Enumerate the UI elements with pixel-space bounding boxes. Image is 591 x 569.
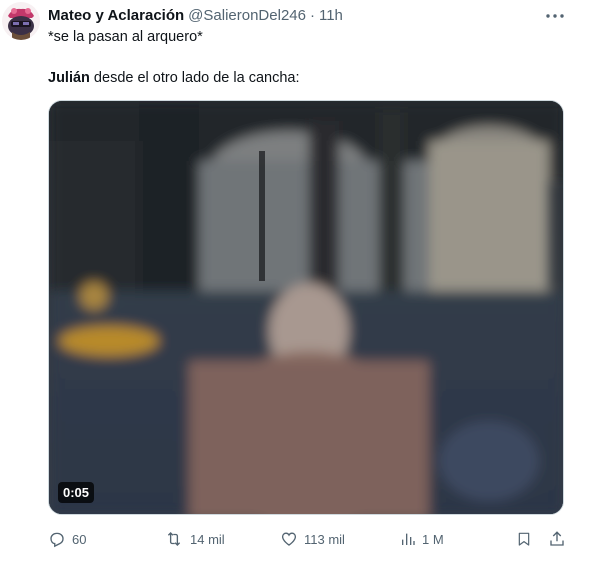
like-button[interactable]: 113 mil [280,527,345,551]
user-handle[interactable]: @SalieronDel246 [188,7,306,24]
timestamp[interactable]: 11h [319,7,343,24]
tweet-header: Mateo y Aclaración @SalieronDel246 · 11h [48,5,343,25]
bookmark-button[interactable] [516,527,538,551]
repost-count: 14 mil [190,531,225,547]
video-duration: 0:05 [58,482,95,503]
display-name[interactable]: Mateo y Aclaración [48,7,184,24]
tweet-text-bold: Julián [48,70,90,86]
separator-dot: · [309,6,315,24]
views-chart-icon [402,533,415,545]
avatar[interactable] [2,2,40,40]
views-button[interactable]: 1 M [400,527,444,551]
action-bar: 60 14 mil 113 mil 1 M [48,527,568,551]
tweet[interactable]: Mateo y Aclaración @SalieronDel246 · 11h… [0,0,591,569]
reply-icon [50,532,64,548]
reply-button[interactable]: 60 [48,527,86,551]
views-count: 1 M [422,531,444,547]
video-player[interactable] [48,100,564,515]
repost-button[interactable]: 14 mil [164,527,225,551]
tweet-text-rest: desde el otro lado de la cancha: [89,70,300,86]
repost-icon [167,532,181,546]
video-frame [49,101,563,514]
bookmark-icon [518,532,530,546]
tweet-text-line-2: Julián desde el otro lado de la cancha: [48,70,300,86]
reply-count: 60 [72,531,87,547]
share-icon [550,531,564,546]
heart-icon [281,532,297,546]
more-horizontal-icon[interactable] [545,8,565,24]
like-count: 113 mil [304,531,345,547]
tweet-text-line-1: *se la pasan al arquero* [48,29,203,45]
share-button[interactable] [548,527,572,551]
